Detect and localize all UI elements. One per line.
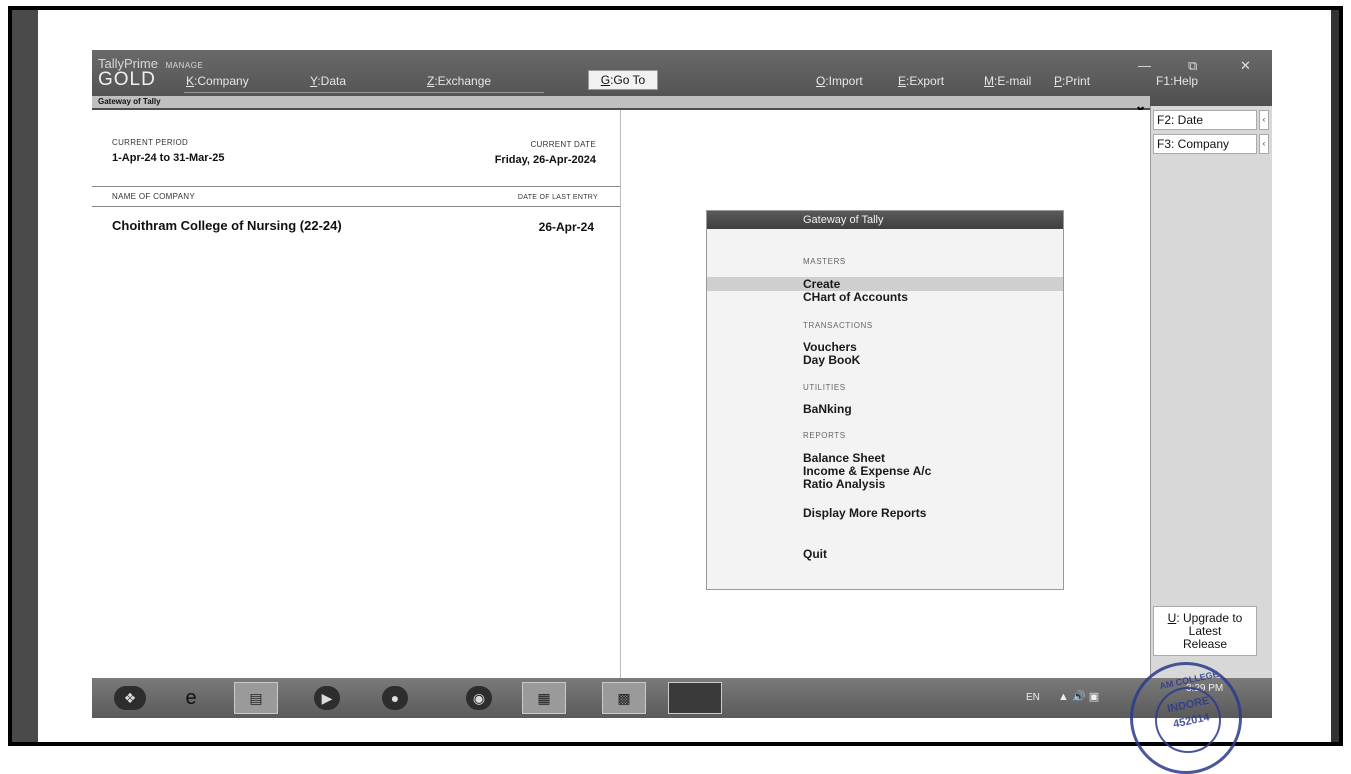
college-seal-stamp: AM COLLEGE INDORE 452014 [1130, 662, 1242, 774]
page-border [8, 6, 1343, 746]
